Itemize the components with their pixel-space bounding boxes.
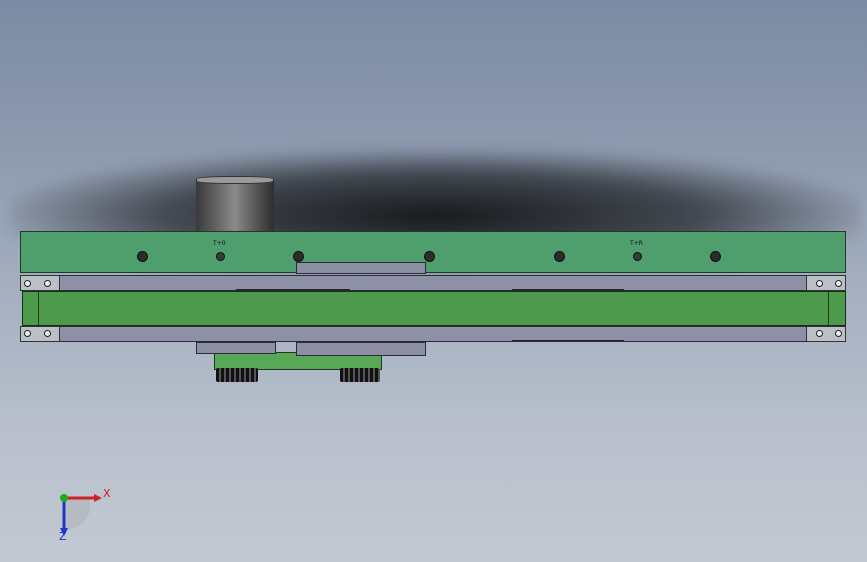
screw	[44, 330, 51, 337]
rail-seam	[236, 289, 350, 290]
screw	[816, 280, 823, 287]
guide-rail-top[interactable]	[58, 275, 810, 291]
beam-edge-left	[38, 292, 39, 325]
main-beam[interactable]	[22, 291, 846, 326]
plate-hole	[554, 251, 565, 262]
z-axis-label: Z	[59, 530, 67, 543]
plate-hole	[293, 251, 304, 262]
screw	[24, 330, 31, 337]
rail-seam	[512, 289, 624, 290]
rail-seam	[512, 340, 624, 341]
plate-hole	[633, 252, 642, 261]
plate-hole	[137, 251, 148, 262]
screw	[835, 330, 842, 337]
beam-edge-right	[828, 292, 829, 325]
graphics-viewport[interactable]: T+0 T+R X Z	[0, 0, 867, 562]
screw	[835, 280, 842, 287]
timing-pulley-right[interactable]	[340, 368, 380, 382]
timing-pulley-left[interactable]	[216, 368, 258, 382]
plate-hole	[424, 251, 435, 262]
motor-cap[interactable]	[196, 176, 274, 184]
y-axis-dot	[60, 494, 68, 502]
triad-backdrop	[64, 496, 90, 531]
plate-hole	[216, 252, 225, 261]
plate-hole	[710, 251, 721, 262]
carriage-top[interactable]	[296, 262, 426, 274]
motor-body[interactable]	[196, 178, 274, 232]
screw	[44, 280, 51, 287]
x-axis-label: X	[103, 487, 111, 500]
screw	[24, 280, 31, 287]
plate-engraving-right: T+R	[630, 240, 643, 247]
carriage-bottom[interactable]	[296, 342, 426, 356]
x-axis-head	[94, 494, 102, 502]
carriage-bottom-left[interactable]	[196, 342, 276, 354]
guide-rail-bottom[interactable]	[58, 326, 810, 342]
plate-engraving-left: T+0	[213, 240, 226, 247]
screw	[816, 330, 823, 337]
